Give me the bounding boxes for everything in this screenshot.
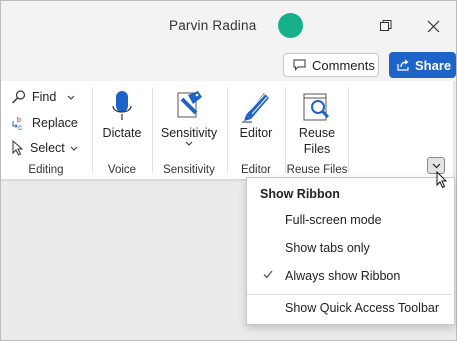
menu-item-full-screen-mode[interactable]: Full-screen mode (247, 210, 452, 232)
replace-label: Replace (32, 116, 78, 130)
close-icon (427, 20, 439, 32)
cursor-arrow-icon (12, 140, 24, 156)
reuse-files-group-label: Reuse Files (286, 164, 348, 176)
editor-pen-icon (242, 93, 269, 123)
editor-label: Editor (239, 126, 273, 140)
menu-item-show-quick-access-toolbar[interactable]: Show Quick Access Toolbar (247, 298, 452, 320)
sensitivity-label-icon (177, 91, 202, 118)
menu-divider (247, 294, 452, 295)
checkmark-icon (263, 270, 273, 279)
menu-item-label: Show Quick Access Toolbar (285, 301, 440, 315)
reuse-files-button[interactable]: Reuse Files (286, 85, 348, 157)
comment-icon (293, 59, 306, 71)
editor-group-label: Editor (240, 164, 272, 176)
reuse-files-label-line1: Reuse (298, 126, 336, 140)
sensitivity-group: Sensitivity Sensitivity (153, 81, 225, 179)
word-window: Parvin Radina Comments Share Find b c Re… (0, 0, 457, 341)
select-button[interactable]: Select (11, 138, 78, 158)
sensitivity-button[interactable]: Sensitivity (153, 85, 225, 149)
search-icon (12, 90, 26, 104)
chevron-down-icon (70, 146, 78, 151)
replace-icon: b c (12, 117, 22, 131)
reuse-files-group: Reuse Files Reuse Files (286, 81, 348, 179)
chevron-down-icon (432, 163, 440, 168)
find-label: Find (32, 90, 57, 104)
dictate-button[interactable]: Dictate (93, 85, 151, 141)
replace-button[interactable]: b c Replace (11, 113, 78, 133)
menu-item-always-show-ribbon[interactable]: Always show Ribbon (247, 266, 452, 288)
restore-button[interactable] (375, 15, 397, 37)
comments-button[interactable]: Comments (283, 53, 379, 77)
reuse-files-label-line2: Files (303, 142, 331, 156)
menu-item-label: Always show Ribbon (285, 269, 401, 283)
share-icon (397, 59, 409, 71)
ribbon-display-options-menu: Show Ribbon Full-screen mode Show tabs o… (246, 177, 455, 325)
command-bar: Comments Share (1, 49, 456, 81)
voice-group: Dictate Voice (93, 81, 151, 179)
restore-icon (380, 20, 392, 31)
svg-text:c: c (18, 123, 22, 131)
find-button[interactable]: Find (11, 87, 75, 107)
sensitivity-group-label: Sensitivity (163, 164, 215, 176)
microphone-icon (112, 91, 132, 120)
menu-item-label: Show tabs only (285, 241, 370, 255)
editing-group-label: Editing (28, 164, 64, 176)
mouse-cursor-icon (436, 171, 448, 189)
user-name[interactable]: Parvin Radina (169, 18, 256, 33)
title-bar: Parvin Radina (1, 1, 456, 49)
sensitivity-label: Sensitivity (160, 126, 218, 140)
editor-group: Editor Editor (228, 81, 284, 179)
group-divider (348, 87, 349, 173)
reuse-files-icon (303, 93, 330, 121)
editing-group: Find b c Replace Select Editing (1, 81, 91, 179)
comments-label: Comments (312, 57, 375, 73)
close-button[interactable] (422, 15, 444, 37)
chevron-down-icon (185, 141, 193, 146)
editor-button[interactable]: Editor (228, 85, 284, 141)
menu-item-show-tabs-only[interactable]: Show tabs only (247, 238, 452, 260)
chevron-down-icon (67, 95, 75, 100)
avatar[interactable] (278, 13, 303, 38)
menu-title: Show Ribbon (260, 187, 340, 201)
share-button[interactable]: Share (389, 52, 456, 78)
menu-item-label: Full-screen mode (285, 213, 382, 227)
share-label: Share (415, 57, 452, 73)
voice-group-label: Voice (107, 164, 137, 176)
ribbon: Find b c Replace Select Editing Dictate … (1, 81, 453, 180)
dictate-label: Dictate (102, 126, 142, 140)
select-label: Select (30, 141, 65, 155)
